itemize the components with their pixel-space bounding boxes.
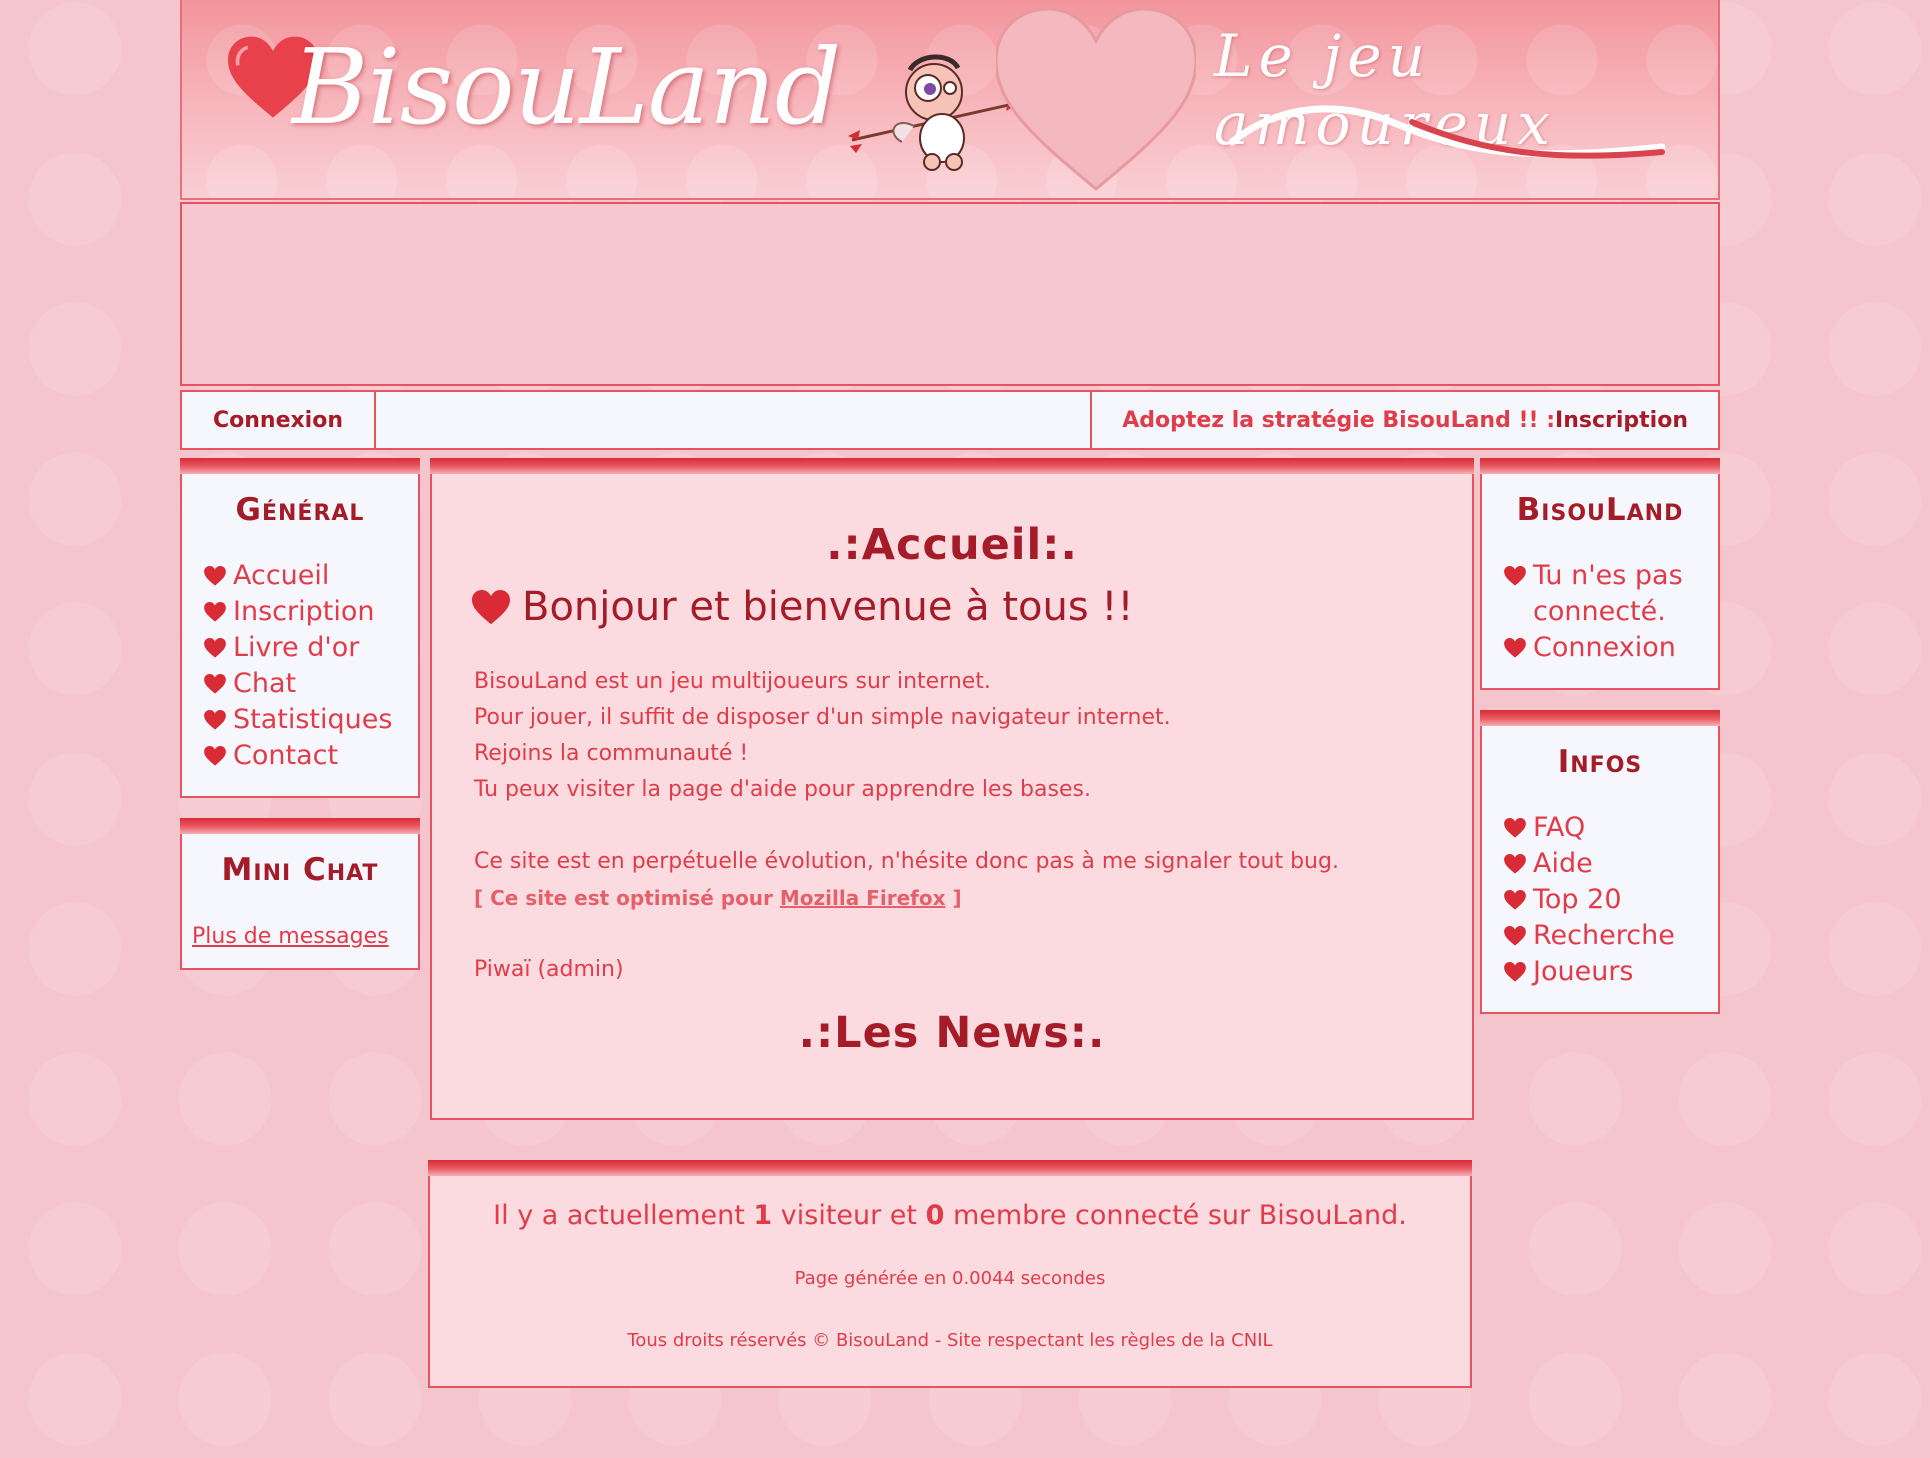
optimized-line: [ Ce site est optimisé pour Mozilla Fire… <box>474 880 1442 916</box>
account-menu: Tu n'es pas connecté. Connexion <box>1504 558 1683 666</box>
spacer-line <box>474 916 1442 952</box>
optimized-suffix: ] <box>945 886 962 910</box>
menu-item-chat[interactable]: Chat <box>204 666 392 702</box>
optimized-prefix: [ Ce site est optimisé pour <box>474 886 780 910</box>
heart-bullet-icon <box>204 566 226 586</box>
login-status-text: Tu n'es pas connecté. <box>1533 558 1683 630</box>
online-text: visiteur et <box>772 1200 926 1231</box>
news-title: .:Les News:. <box>798 1008 1106 1058</box>
spacer-line <box>474 808 1442 844</box>
heart-bullet-icon <box>1504 854 1526 874</box>
heart-bullet-icon <box>1504 962 1526 982</box>
generation-time: Page générée en 0.0044 secondes <box>794 1268 1106 1289</box>
menu-item-livre-dor[interactable]: Livre d'or <box>204 630 392 666</box>
member-count: 0 <box>925 1200 945 1231</box>
copyright: Tous droits réservés © BisouLand - Site … <box>627 1330 1273 1351</box>
love-heart-icon <box>996 7 1196 191</box>
admin-signature: Piwaï (admin) <box>474 957 624 982</box>
intro-line: BisouLand est un jeu multijoueurs sur in… <box>474 669 991 694</box>
menu-item-statistiques[interactable]: Statistiques <box>204 702 392 738</box>
menu-item-label: Joueurs <box>1533 956 1634 987</box>
footer-panel: Il y a actuellement 1 visiteur et 0 memb… <box>428 1160 1472 1388</box>
menu-item-top20[interactable]: Top 20 <box>1504 882 1675 918</box>
infos-title: Infos <box>1557 744 1643 780</box>
evolution-line: Ce site est en perpétuelle évolution, n'… <box>474 849 1339 874</box>
menu-item-label: Contact <box>233 740 339 771</box>
general-menu-box: Général Accueil Inscription Livre d'or C… <box>180 458 420 798</box>
minichat-box: Mini Chat Plus de messages <box>180 818 420 970</box>
menu-item-label: Livre d'or <box>233 632 360 663</box>
menu-item-label: Aide <box>1533 848 1593 879</box>
heart-bullet-icon <box>1504 566 1526 586</box>
intro-line: Pour jouer, il suffit de disposer d'un s… <box>474 705 1171 730</box>
signup-promo: Adoptez la stratégie BisouLand !! : Insc… <box>1092 392 1718 448</box>
menu-item-label: Accueil <box>233 560 330 591</box>
more-messages-link[interactable]: Plus de messages <box>192 924 389 949</box>
advertisement-box <box>180 202 1720 386</box>
online-stats: Il y a actuellement 1 visiteur et 0 memb… <box>430 1200 1470 1231</box>
infos-menu: FAQ Aide Top 20 Recherche Joueurs <box>1504 810 1675 990</box>
menu-item-label: Inscription <box>233 596 375 627</box>
firefox-link[interactable]: Mozilla Firefox <box>780 886 946 910</box>
visitor-count: 1 <box>753 1200 773 1231</box>
menu-item-recherche[interactable]: Recherche <box>1504 918 1675 954</box>
menu-item-label: Recherche <box>1533 920 1675 951</box>
menu-item-faq[interactable]: FAQ <box>1504 810 1675 846</box>
general-menu-title: Général <box>235 492 365 528</box>
menu-item-label: Connexion <box>1533 632 1676 663</box>
heart-bullet-icon <box>204 746 226 766</box>
menu-item-label: FAQ <box>1533 812 1586 843</box>
login-status-line: connecté. <box>1533 596 1666 627</box>
minichat-title: Mini Chat <box>221 852 379 888</box>
heart-bullet-icon <box>1504 638 1526 658</box>
heart-bullet-icon <box>204 674 226 694</box>
menu-item-connexion[interactable]: Connexion <box>1504 630 1683 666</box>
heart-icon <box>472 589 510 624</box>
heart-bullet-icon <box>1504 818 1526 838</box>
login-link[interactable]: Connexion <box>182 392 376 448</box>
top-navigation: Connexion Adoptez la stratégie BisouLand… <box>180 390 1720 450</box>
heart-bullet-icon <box>204 710 226 730</box>
menu-item-aide[interactable]: Aide <box>1504 846 1675 882</box>
menu-item-label: Statistiques <box>233 704 393 735</box>
online-text: Il y a actuellement <box>493 1200 754 1231</box>
heart-bullet-icon <box>204 638 226 658</box>
heart-bullet-icon <box>1504 890 1526 910</box>
menu-item-label: Chat <box>233 668 297 699</box>
site-logo[interactable]: BisouLand <box>292 26 841 148</box>
signup-link[interactable]: Inscription <box>1555 408 1688 433</box>
online-text: membre connecté sur BisouLand. <box>944 1200 1407 1231</box>
menu-item-joueurs[interactable]: Joueurs <box>1504 954 1675 990</box>
menu-item-inscription[interactable]: Inscription <box>204 594 392 630</box>
heart-bullet-icon <box>1504 926 1526 946</box>
login-status: Tu n'es pas connecté. <box>1504 558 1683 630</box>
general-menu: Accueil Inscription Livre d'or Chat Stat… <box>204 558 392 774</box>
intro-line: Rejoins la communauté ! <box>474 741 749 766</box>
welcome-text: Bonjour et bienvenue à tous !! <box>522 584 1134 630</box>
login-status-line: Tu n'es pas <box>1533 560 1683 591</box>
intro-text: BisouLand est un jeu multijoueurs sur in… <box>474 664 1442 988</box>
account-box: BisouLand Tu n'es pas connecté. Connexion <box>1480 458 1720 690</box>
menu-item-contact[interactable]: Contact <box>204 738 392 774</box>
infos-box: Infos FAQ Aide Top 20 Recherche Joueurs <box>1480 710 1720 1014</box>
tagline-swoosh <box>1228 105 1666 159</box>
nav-spacer <box>376 392 1093 448</box>
header-banner: BisouLand Le jeu amoureux <box>180 0 1720 200</box>
promo-text: Adoptez la stratégie BisouLand !! : <box>1122 407 1556 433</box>
heart-bullet-icon <box>204 602 226 622</box>
intro-line: Tu peux visiter la page d'aide pour appr… <box>474 777 1091 802</box>
account-box-title: BisouLand <box>1516 492 1684 528</box>
menu-item-accueil[interactable]: Accueil <box>204 558 392 594</box>
page-title: .:Accueil:. <box>826 520 1078 570</box>
welcome-heading: Bonjour et bienvenue à tous !! <box>472 584 1134 630</box>
menu-item-label: Top 20 <box>1533 884 1622 915</box>
main-content-panel: .:Accueil:. Bonjour et bienvenue à tous … <box>430 458 1474 1120</box>
